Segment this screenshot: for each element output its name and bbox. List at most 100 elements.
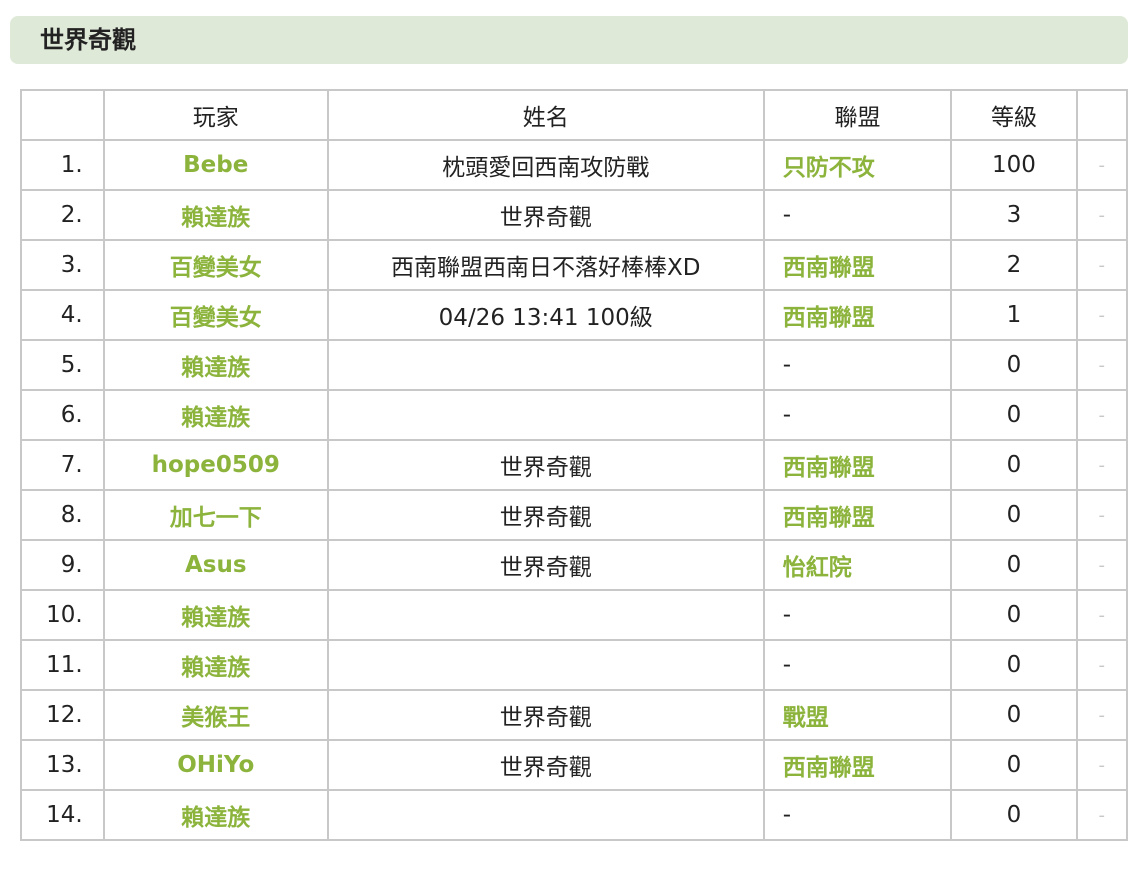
village-name-cell: 枕頭愛回西南攻防戰 [326,139,765,191]
table-header-row: 玩家 姓名 聯盟 等級 [20,89,1128,141]
player-cell: 百變美女 [102,289,329,341]
alliance-cell: - [762,789,953,841]
village-name-cell: 世界奇觀 [326,439,765,491]
level-cell: 0 [950,539,1078,591]
level-cell: 3 [950,189,1078,241]
village-name-cell [326,639,765,691]
alliance-cell: 西南聯盟 [762,289,953,341]
ranking-table: 玩家 姓名 聯盟 等級 1. Bebe 枕頭愛回西南攻防戰 只防不攻 100-2. 賴達族… [20,89,1128,841]
player-cell: OHiYo [102,739,329,791]
alliance-cell: 西南聯盟 [762,439,953,491]
column-header-rank [20,89,105,141]
alliance-link[interactable]: 西南聯盟 [783,305,875,331]
table-row: 4. 百變美女 04/26 13:41 100級 西南聯盟 1- [20,289,1128,341]
alliance-cell: - [762,389,953,441]
table-row: 14. 賴達族 -0- [20,789,1128,841]
table-row: 7. hope0509 世界奇觀 西南聯盟 0- [20,439,1128,491]
player-cell: 美猴王 [102,689,329,741]
alliance-link[interactable]: 戰盟 [783,705,829,731]
level-cell: 0 [950,639,1078,691]
alliance-cell: - [762,189,953,241]
column-header-player: 玩家 [102,89,329,141]
extra-cell: - [1075,389,1128,441]
extra-cell: - [1075,689,1128,741]
level-cell: 0 [950,339,1078,391]
level-cell: 100 [950,139,1078,191]
rank-cell: 13. [20,739,105,791]
level-cell: 0 [950,789,1078,841]
rank-cell: 9. [20,539,105,591]
table-row: 11. 賴達族 -0- [20,639,1128,691]
rank-cell: 7. [20,439,105,491]
village-name-cell: 西南聯盟西南日不落好棒棒XD [326,239,765,291]
alliance-cell: 西南聯盟 [762,239,953,291]
alliance-cell: 西南聯盟 [762,489,953,541]
player-link[interactable]: 加七一下 [170,505,262,531]
alliance-link[interactable]: 怡紅院 [783,555,852,581]
extra-cell: - [1075,539,1128,591]
player-link[interactable]: 賴達族 [181,605,250,631]
column-header-extra [1075,89,1128,141]
alliance-cell: 怡紅院 [762,539,953,591]
table-row: 10. 賴達族 -0- [20,589,1128,641]
player-cell: 賴達族 [102,789,329,841]
alliance-link[interactable]: 只防不攻 [783,155,875,181]
alliance-cell: - [762,339,953,391]
player-link[interactable]: 賴達族 [181,805,250,831]
player-link[interactable]: 賴達族 [181,355,250,381]
player-cell: 加七一下 [102,489,329,541]
rank-cell: 1. [20,139,105,191]
player-cell: Asus [102,539,329,591]
table-row: 2. 賴達族 世界奇觀 -3- [20,189,1128,241]
player-cell: 賴達族 [102,189,329,241]
table-row: 6. 賴達族 -0- [20,389,1128,441]
player-link[interactable]: 百變美女 [170,305,262,331]
level-cell: 0 [950,489,1078,541]
alliance-link[interactable]: 西南聯盟 [783,755,875,781]
table-row: 12. 美猴王 世界奇觀 戰盟 0- [20,689,1128,741]
alliance-link[interactable]: 西南聯盟 [783,455,875,481]
extra-cell: - [1075,589,1128,641]
alliance-cell: 西南聯盟 [762,739,953,791]
rank-cell: 8. [20,489,105,541]
player-link[interactable]: hope0509 [152,452,280,478]
column-header-alliance: 聯盟 [762,89,953,141]
extra-cell: - [1075,639,1128,691]
player-cell: 賴達族 [102,639,329,691]
extra-cell: - [1075,239,1128,291]
extra-cell: - [1075,489,1128,541]
extra-cell: - [1075,789,1128,841]
rank-cell: 3. [20,239,105,291]
player-link[interactable]: 賴達族 [181,405,250,431]
column-header-level: 等級 [950,89,1078,141]
alliance-link[interactable]: 西南聯盟 [783,255,875,281]
level-cell: 1 [950,289,1078,341]
extra-cell: - [1075,439,1128,491]
player-cell: 百變美女 [102,239,329,291]
village-name-cell [326,789,765,841]
village-name-cell [326,339,765,391]
extra-cell: - [1075,739,1128,791]
player-link[interactable]: OHiYo [177,752,254,778]
table-row: 5. 賴達族 -0- [20,339,1128,391]
rank-cell: 12. [20,689,105,741]
alliance-cell: - [762,639,953,691]
extra-cell: - [1075,289,1128,341]
player-link[interactable]: 賴達族 [181,205,250,231]
level-cell: 2 [950,239,1078,291]
village-name-cell: 世界奇觀 [326,539,765,591]
player-cell: hope0509 [102,439,329,491]
alliance-cell: - [762,589,953,641]
village-name-cell [326,389,765,441]
alliance-link[interactable]: 西南聯盟 [783,505,875,531]
player-link[interactable]: 賴達族 [181,655,250,681]
player-link[interactable]: 美猴王 [181,705,250,731]
village-name-cell [326,589,765,641]
player-link[interactable]: 百變美女 [170,255,262,281]
rank-cell: 4. [20,289,105,341]
player-link[interactable]: Bebe [183,152,248,178]
player-link[interactable]: Asus [185,552,247,578]
level-cell: 0 [950,739,1078,791]
level-cell: 0 [950,439,1078,491]
village-name-cell: 世界奇觀 [326,739,765,791]
